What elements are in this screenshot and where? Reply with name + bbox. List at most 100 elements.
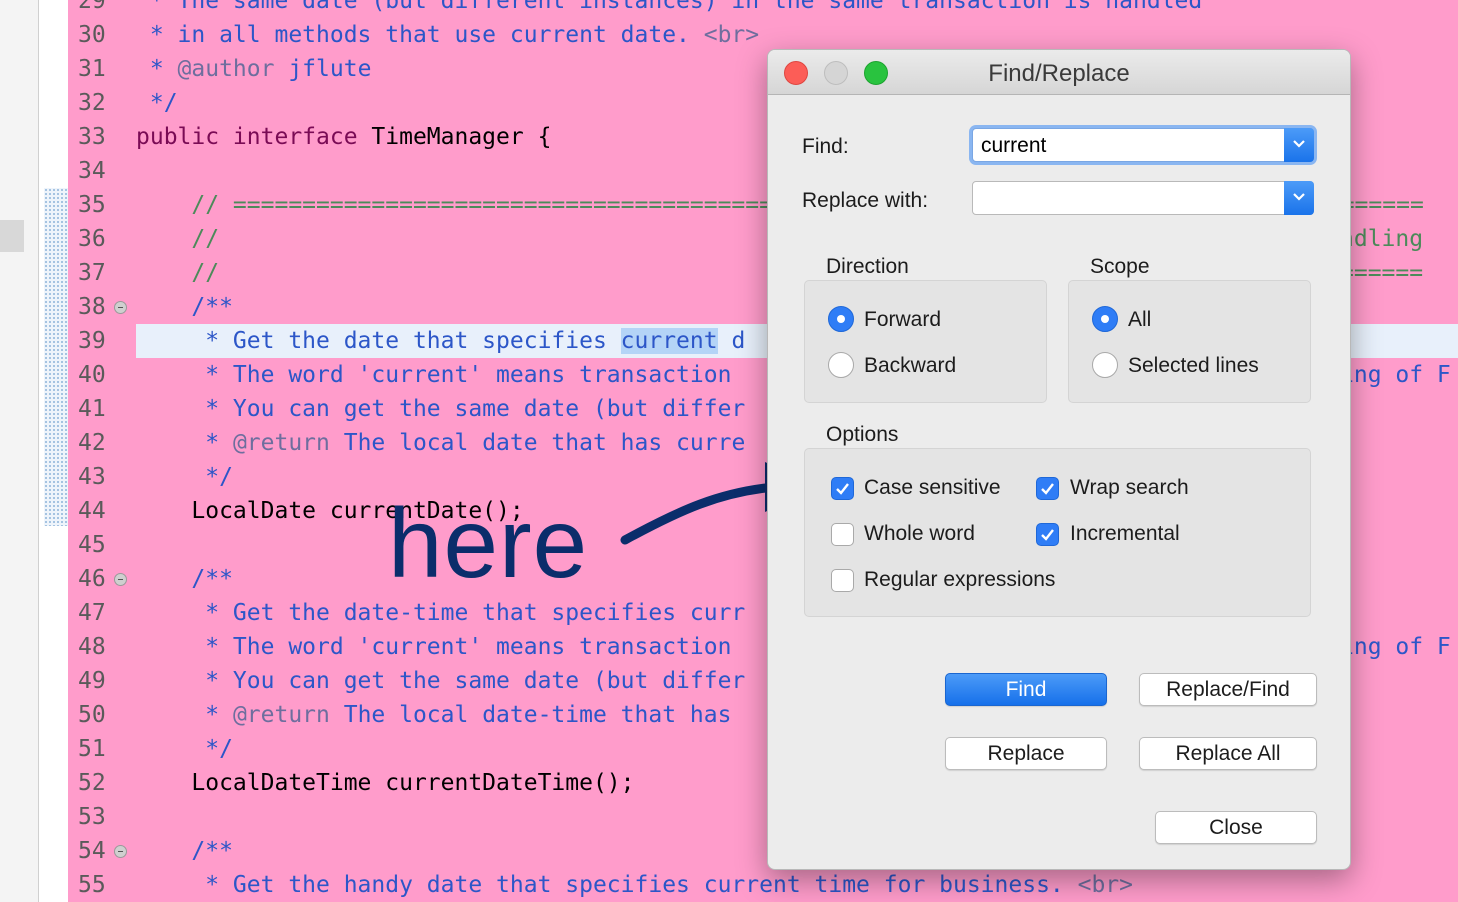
annotation-here-label: here bbox=[388, 488, 589, 598]
chevron-down-icon bbox=[1293, 193, 1305, 201]
code-text: * in all methods that use current date. … bbox=[136, 18, 759, 52]
case-sensitive-label[interactable]: Case sensitive bbox=[864, 476, 1001, 500]
line-number: 40 bbox=[78, 362, 106, 388]
code-text: * You can get the same date (but differ bbox=[136, 664, 745, 698]
backward-label[interactable]: Backward bbox=[864, 354, 956, 378]
incremental-label[interactable]: Incremental bbox=[1070, 522, 1180, 546]
whole-word-checkbox[interactable] bbox=[831, 523, 854, 546]
code-line[interactable]: 30 * in all methods that use current dat… bbox=[68, 18, 1458, 52]
fold-collapse-icon[interactable] bbox=[114, 573, 127, 586]
line-number: 52 bbox=[78, 770, 106, 796]
code-token: LocalDateTime currentDateTime(); bbox=[136, 770, 635, 796]
line-number: 36 bbox=[78, 226, 106, 252]
code-text: * Get the date that specifies current d bbox=[136, 324, 745, 358]
code-text: */ bbox=[136, 732, 233, 766]
code-text: * The word 'current' means transaction bbox=[136, 358, 731, 392]
code-token: /** bbox=[136, 294, 233, 320]
code-text: * The same date (but different instances… bbox=[136, 0, 1202, 18]
line-number: 35 bbox=[78, 192, 106, 218]
find-label: Find: bbox=[802, 135, 849, 158]
find-button[interactable]: Find bbox=[945, 673, 1107, 706]
code-text: * Get the date-time that specifies curr bbox=[136, 596, 745, 630]
code-token: * in all methods that use current date. bbox=[136, 22, 704, 48]
line-number: 37 bbox=[78, 260, 106, 286]
code-token: * The word 'current' means transaction bbox=[136, 362, 732, 388]
code-text: /** bbox=[136, 562, 233, 596]
forward-label[interactable]: Forward bbox=[864, 308, 941, 332]
replace-dropdown-button[interactable] bbox=[1284, 181, 1314, 215]
comment-token: The local date-time that has bbox=[329, 702, 732, 728]
all-label[interactable]: All bbox=[1128, 308, 1151, 332]
search-match-selection: current bbox=[620, 328, 718, 354]
code-line[interactable]: 55 * Get the handy date that specifies c… bbox=[68, 868, 1458, 902]
dialog-titlebar[interactable]: Find/Replace bbox=[768, 50, 1350, 95]
find-input[interactable]: current bbox=[981, 129, 1046, 163]
code-token: */ bbox=[136, 464, 233, 490]
find-combo[interactable]: current bbox=[972, 128, 1314, 162]
code-text: * @return The local date-time that has bbox=[136, 698, 731, 732]
backward-radio[interactable] bbox=[828, 352, 854, 378]
code-token: * You can get the same date (but differ bbox=[136, 668, 746, 694]
line-number: 53 bbox=[78, 804, 106, 830]
fold-collapse-icon[interactable] bbox=[114, 845, 127, 858]
code-text: * @author jflute bbox=[136, 52, 372, 86]
selected-lines-radio[interactable] bbox=[1092, 352, 1118, 378]
all-radio[interactable] bbox=[1092, 306, 1118, 332]
regular-expressions-checkbox[interactable] bbox=[831, 569, 854, 592]
fold-collapse-icon[interactable] bbox=[114, 301, 127, 314]
line-number: 41 bbox=[78, 396, 106, 422]
options-label: Options bbox=[826, 423, 899, 446]
code-overflow-text: ing of F bbox=[1340, 362, 1451, 388]
code-overflow-text: ====== bbox=[1340, 260, 1424, 286]
case-sensitive-checkbox[interactable] bbox=[831, 477, 854, 500]
javadoc-tag-token: @return bbox=[232, 430, 330, 456]
replace-button[interactable]: Replace bbox=[945, 737, 1107, 770]
code-text: /** bbox=[136, 834, 233, 868]
wrap-search-label[interactable]: Wrap search bbox=[1070, 476, 1189, 500]
forward-radio[interactable] bbox=[828, 306, 854, 332]
line-number: 43 bbox=[78, 464, 106, 490]
code-text: public interface TimeManager { bbox=[136, 120, 551, 154]
line-number: 39 bbox=[78, 328, 106, 354]
code-text: LocalDateTime currentDateTime(); bbox=[136, 766, 635, 800]
line-number: 51 bbox=[78, 736, 106, 762]
find-dropdown-button[interactable] bbox=[1284, 128, 1314, 162]
checkmark-icon bbox=[1041, 483, 1054, 495]
checkmark-icon bbox=[1041, 529, 1054, 541]
code-line[interactable]: 29 * The same date (but different instan… bbox=[68, 0, 1458, 18]
keyword-token: public interface bbox=[136, 124, 358, 150]
line-number: 42 bbox=[78, 430, 106, 456]
panel-marker bbox=[0, 220, 24, 252]
html-tag-token: <br> bbox=[1077, 872, 1133, 898]
code-text: * Get the handy date that specifies curr… bbox=[136, 868, 1133, 902]
close-button[interactable]: Close bbox=[1155, 811, 1317, 844]
code-token: /** bbox=[136, 566, 233, 592]
whole-word-label[interactable]: Whole word bbox=[864, 522, 975, 546]
code-token: * bbox=[136, 430, 233, 456]
replace-all-button[interactable]: Replace All bbox=[1139, 737, 1317, 770]
code-text: * @return The local date that has curre bbox=[136, 426, 745, 460]
replace-combo[interactable] bbox=[972, 181, 1314, 215]
code-text: * The word 'current' means transaction bbox=[136, 630, 731, 664]
code-token: * The same date (but different instances… bbox=[136, 0, 1203, 14]
scope-label: Scope bbox=[1090, 255, 1150, 278]
regular-expressions-label[interactable]: Regular expressions bbox=[864, 568, 1055, 592]
find-replace-dialog: Find/Replace Find: current Replace with:… bbox=[767, 49, 1351, 870]
code-text: /** bbox=[136, 290, 233, 324]
code-text: */ bbox=[136, 86, 178, 120]
code-token: * Get the date that specifies bbox=[136, 328, 621, 354]
line-number: 29 bbox=[78, 0, 106, 14]
comment-token: jflute bbox=[274, 56, 372, 82]
line-number: 34 bbox=[78, 158, 106, 184]
code-token: * Get the handy date that specifies curr… bbox=[136, 872, 1078, 898]
comment-token: d bbox=[717, 328, 746, 354]
wrap-search-checkbox[interactable] bbox=[1036, 477, 1059, 500]
code-token: // bbox=[136, 260, 220, 286]
javadoc-tag-token: @return bbox=[232, 702, 330, 728]
code-text: // bbox=[136, 222, 219, 256]
direction-group: Forward Backward bbox=[804, 280, 1047, 403]
change-indicator-bar bbox=[44, 188, 68, 526]
selected-lines-label[interactable]: Selected lines bbox=[1128, 354, 1259, 378]
replace-find-button[interactable]: Replace/Find bbox=[1139, 673, 1317, 706]
incremental-checkbox[interactable] bbox=[1036, 523, 1059, 546]
